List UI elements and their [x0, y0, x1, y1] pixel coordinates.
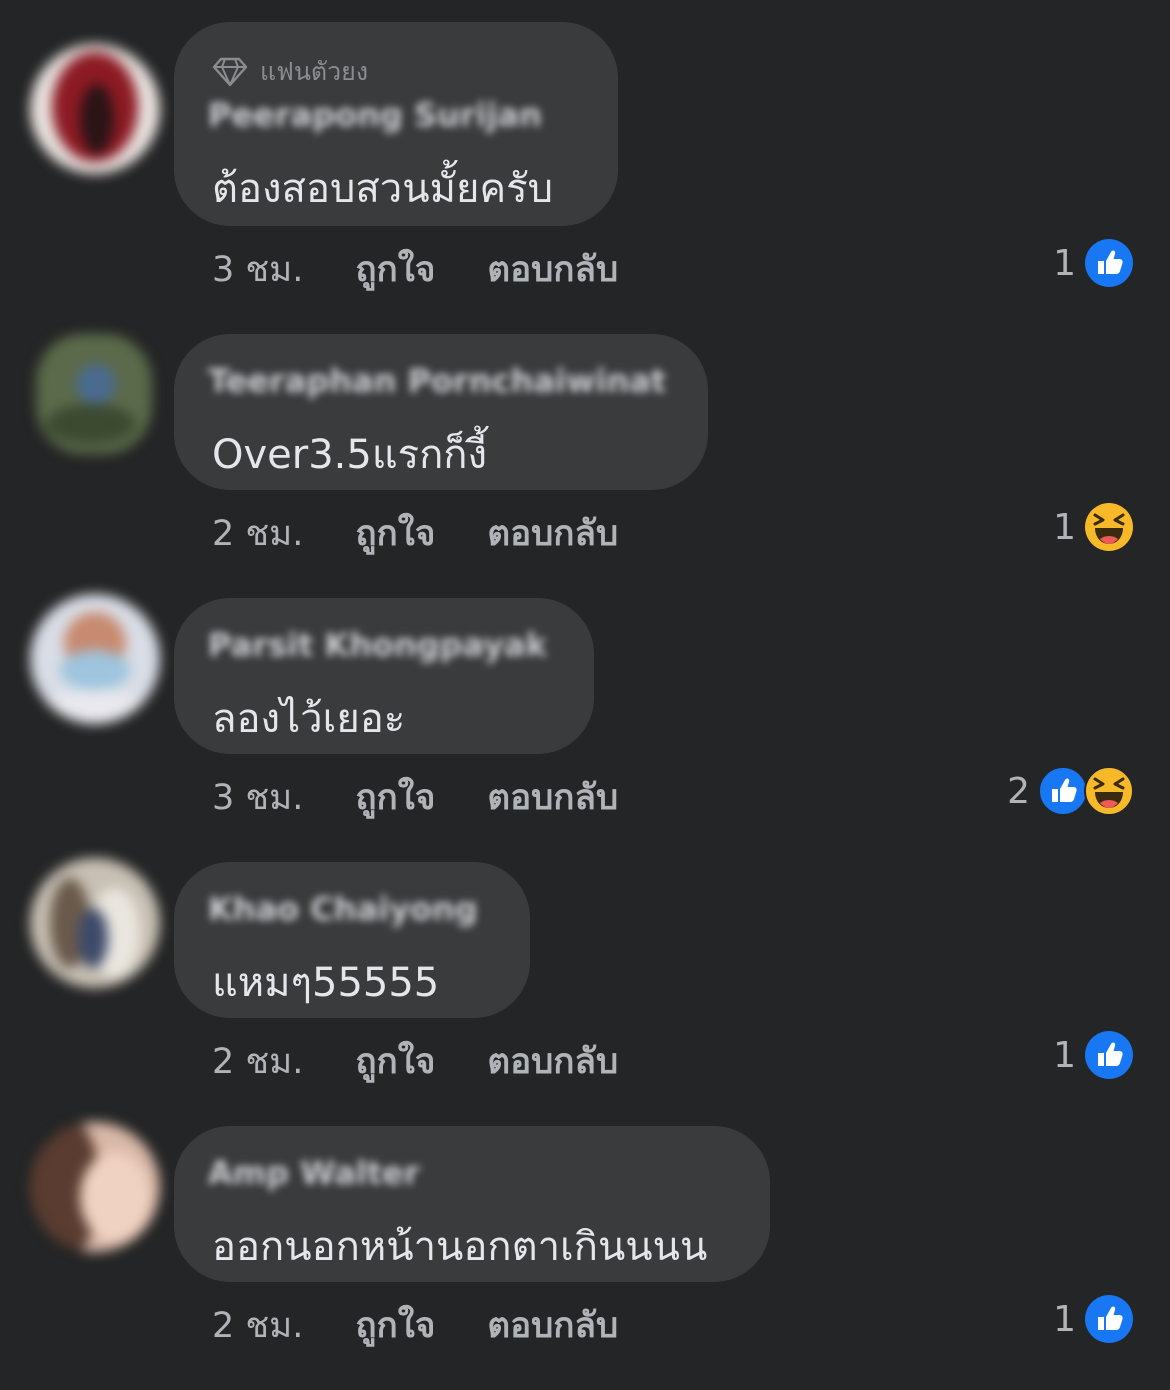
reaction-icons	[1084, 1030, 1134, 1080]
reaction-count: 1	[1053, 242, 1076, 284]
reply-button[interactable]: ตอบกลับ	[487, 506, 618, 561]
reply-button[interactable]: ตอบกลับ	[487, 770, 618, 825]
like-button[interactable]: ถูกใจ	[355, 1298, 435, 1353]
comment: Teeraphan Pornchaiwinat Over3.5แรกก็งี้ …	[0, 334, 1170, 598]
reply-button[interactable]: ตอบกลับ	[487, 1298, 618, 1353]
comment-time[interactable]: 3 ชม.	[212, 770, 303, 825]
reaction-icons	[1084, 1294, 1134, 1344]
badge-label: แฟนตัวยง	[260, 57, 369, 86]
comment-actions: 3 ชม. ถูกใจ ตอบกลับ	[212, 770, 618, 825]
reaction-summary[interactable]: 2	[1007, 766, 1134, 816]
reaction-summary[interactable]: 1	[1053, 502, 1134, 552]
comment-text: ต้องสอบสวนมั้ยครับ	[212, 166, 554, 212]
avatar[interactable]	[30, 858, 160, 988]
haha-icon	[1084, 766, 1134, 816]
top-fan-badge: แฟนตัวยง	[212, 52, 368, 92]
like-icon	[1085, 239, 1133, 287]
comment-bubble: แฟนตัวยง Peerapong Surijan ต้องสอบสวนมั้…	[174, 22, 618, 226]
comment-actions: 2 ชม. ถูกใจ ตอบกลับ	[212, 1034, 618, 1089]
like-button[interactable]: ถูกใจ	[355, 242, 435, 297]
avatar[interactable]	[30, 44, 160, 174]
like-icon	[1085, 1031, 1133, 1079]
comment-bubble: Teeraphan Pornchaiwinat Over3.5แรกก็งี้	[174, 334, 708, 490]
reaction-count: 2	[1007, 770, 1030, 812]
comment-bubble: Khao Chaiyong แหมๆ55555	[174, 862, 530, 1018]
comment-actions: 2 ชม. ถูกใจ ตอบกลับ	[212, 506, 618, 561]
comment: Parsit Khongpayak ลองไว้เยอะ 3 ชม. ถูกใจ…	[0, 594, 1170, 862]
reaction-icons	[1084, 502, 1134, 552]
reaction-summary[interactable]: 1	[1053, 238, 1134, 288]
comment-time[interactable]: 2 ชม.	[212, 506, 303, 561]
reaction-icons	[1038, 766, 1134, 816]
avatar[interactable]	[36, 334, 152, 454]
comment-bubble: Parsit Khongpayak ลองไว้เยอะ	[174, 598, 594, 754]
reply-button[interactable]: ตอบกลับ	[487, 242, 618, 297]
comment-text: ออกนอกหน้านอกตาเกินนนน	[212, 1224, 708, 1270]
commenter-name[interactable]: Khao Chaiyong	[208, 890, 478, 928]
reaction-summary[interactable]: 1	[1053, 1294, 1134, 1344]
comment-text: ลองไว้เยอะ	[212, 696, 406, 742]
reaction-icons	[1084, 238, 1134, 288]
reaction-count: 1	[1053, 1034, 1076, 1076]
comment: แฟนตัวยง Peerapong Surijan ต้องสอบสวนมั้…	[0, 22, 1170, 290]
commenter-name[interactable]: Teeraphan Pornchaiwinat	[208, 362, 666, 400]
comment-bubble: Amp Walter ออกนอกหน้านอกตาเกินนนน	[174, 1126, 770, 1282]
reply-button[interactable]: ตอบกลับ	[487, 1034, 618, 1089]
avatar[interactable]	[30, 1122, 160, 1252]
commenter-name[interactable]: Parsit Khongpayak	[208, 626, 547, 664]
comment-text: แหมๆ55555	[212, 960, 440, 1006]
like-icon	[1085, 1295, 1133, 1343]
comment-actions: 2 ชม. ถูกใจ ตอบกลับ	[212, 1298, 618, 1353]
reaction-count: 1	[1053, 506, 1076, 548]
comment: Khao Chaiyong แหมๆ55555 2 ชม. ถูกใจ ตอบก…	[0, 858, 1170, 1126]
comment-actions: 3 ชม. ถูกใจ ตอบกลับ	[212, 242, 618, 297]
diamond-icon	[212, 57, 248, 87]
reaction-count: 1	[1053, 1298, 1076, 1340]
comment-time[interactable]: 2 ชม.	[212, 1298, 303, 1353]
commenter-name[interactable]: Peerapong Surijan	[208, 96, 542, 134]
comment: Amp Walter ออกนอกหน้านอกตาเกินนนน 2 ชม. …	[0, 1122, 1170, 1390]
like-icon	[1038, 766, 1088, 816]
like-button[interactable]: ถูกใจ	[355, 770, 435, 825]
like-button[interactable]: ถูกใจ	[355, 506, 435, 561]
like-button[interactable]: ถูกใจ	[355, 1034, 435, 1089]
reaction-summary[interactable]: 1	[1053, 1030, 1134, 1080]
comment-text: Over3.5แรกก็งี้	[212, 432, 488, 478]
haha-icon	[1085, 503, 1133, 551]
comment-time[interactable]: 3 ชม.	[212, 242, 303, 297]
commenter-name[interactable]: Amp Walter	[208, 1154, 420, 1192]
avatar[interactable]	[30, 594, 160, 724]
comment-time[interactable]: 2 ชม.	[212, 1034, 303, 1089]
